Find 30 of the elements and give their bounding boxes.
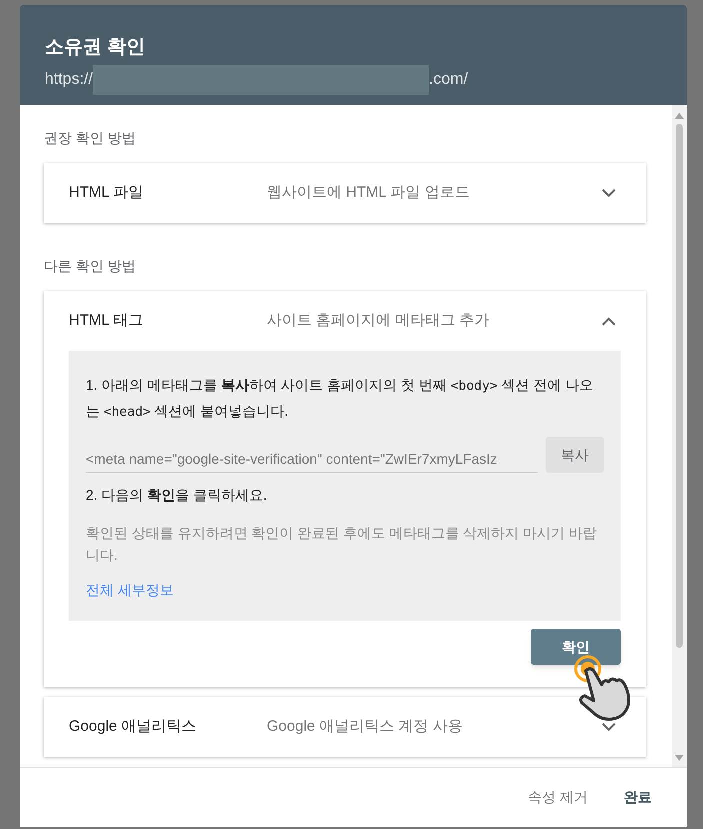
method-description: Google 애널리틱스 계정 사용 — [267, 716, 464, 737]
method-header[interactable]: HTML 파일 웹사이트에 HTML 파일 업로드 — [44, 163, 646, 223]
done-button[interactable]: 완료 — [624, 787, 652, 808]
chevron-down-icon[interactable] — [602, 188, 616, 198]
method-name: HTML 태그 — [69, 310, 144, 331]
details-link[interactable]: 전체 세부정보 — [86, 580, 174, 601]
method-name: HTML 파일 — [69, 182, 144, 203]
scroll-down-icon[interactable] — [675, 755, 684, 761]
meta-tag-field[interactable]: <meta name="google-site-verification" content="ZwIEr7xmyLFasIz — [86, 447, 538, 473]
method-name: Google 애널리틱스 — [69, 716, 198, 737]
scrollbar-thumb[interactable] — [676, 124, 683, 648]
section-heading: 권장 확인 방법 — [44, 129, 137, 148]
chevron-down-icon[interactable] — [602, 722, 616, 732]
method-header[interactable]: Google 애널리틱스 Google 애널리틱스 계정 사용 — [44, 697, 646, 757]
note-text: 확인된 상태를 유지하려면 확인이 완료된 후에도 메타태그를 삭제하지 마시기 바랍니다. — [86, 524, 598, 565]
step-text: 1. 아래의 메타태그를 복사하여 사이트 홈페이지의 첫 번째 <body> 섹션 전에 나오는 <head> 섹션에 붙여넣습니다. — [86, 376, 594, 422]
method-description: 사이트 홈페이지에 메타태그 추가 — [267, 310, 491, 331]
copy-button[interactable]: 복사 — [546, 437, 604, 473]
scroll-up-icon[interactable] — [675, 113, 684, 119]
section-heading: 다른 확인 방법 — [44, 257, 137, 276]
verify-button[interactable]: 확인 — [531, 629, 621, 665]
step-text: 2. 다음의 확인을 클릭하세요. — [86, 486, 268, 505]
method-description: 웹사이트에 HTML 파일 업로드 — [267, 182, 471, 203]
chevron-up-icon[interactable] — [602, 316, 616, 326]
method-header[interactable]: HTML 태그 사이트 홈페이지에 메타태그 추가 — [44, 291, 646, 351]
scrollbar[interactable] — [672, 105, 687, 767]
remove-property-button[interactable]: 속성 제거 — [528, 787, 588, 808]
url-text: https:// — [45, 70, 94, 90]
dialog-title: 소유권 확인 — [45, 36, 146, 60]
url-text: .com/ — [429, 70, 468, 90]
